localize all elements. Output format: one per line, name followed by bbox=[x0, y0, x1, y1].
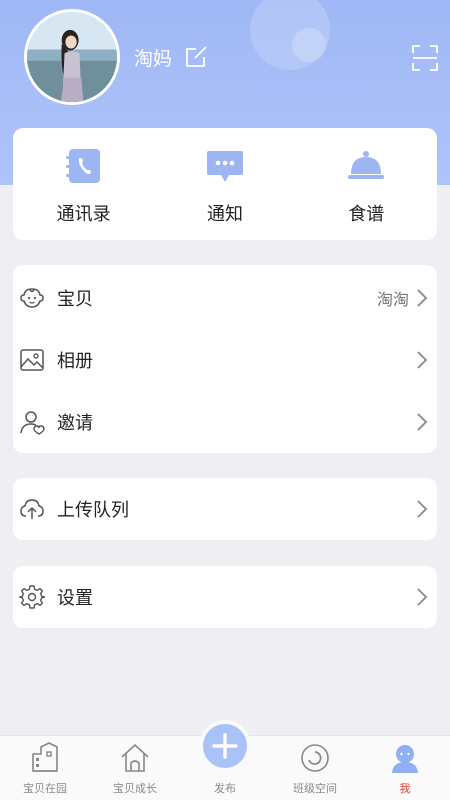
quick-item-label: 食谱 bbox=[348, 204, 385, 225]
tab-publish[interactable]: 发布 bbox=[180, 724, 270, 800]
menu-item-invite[interactable]: 邀请 bbox=[13, 391, 437, 453]
tab-label: 发布 bbox=[214, 782, 236, 795]
username: 淘妈 bbox=[134, 48, 173, 70]
food-cloche-icon bbox=[348, 151, 385, 179]
contacts-book-icon bbox=[65, 149, 100, 183]
menu-item-baby[interactable]: 宝贝 淘淘 bbox=[13, 267, 437, 329]
gear-icon bbox=[18, 583, 46, 611]
chevron-right-icon bbox=[417, 500, 428, 518]
quick-item-label: 通讯录 bbox=[56, 204, 111, 225]
edit-icon[interactable] bbox=[184, 43, 210, 69]
menu-item-settings[interactable]: 设置 bbox=[13, 566, 437, 628]
invite-user-icon bbox=[18, 408, 46, 436]
menu-group-profile: 宝贝 淘淘 相册 邀请 bbox=[13, 265, 437, 453]
tab-baby-growth[interactable]: 宝贝成长 bbox=[90, 736, 180, 800]
quick-item-label: 通知 bbox=[206, 204, 243, 225]
tab-label: 我 bbox=[399, 782, 411, 795]
tab-me[interactable]: 我 bbox=[360, 736, 450, 800]
profile-icon bbox=[392, 745, 418, 773]
chevron-right-icon bbox=[417, 289, 428, 307]
chevron-right-icon bbox=[417, 588, 428, 606]
chevron-right-icon bbox=[417, 413, 428, 431]
baby-name-value: 淘淘 bbox=[376, 290, 409, 309]
scan-icon[interactable] bbox=[411, 44, 439, 72]
home-icon bbox=[121, 744, 149, 772]
tab-label: 宝贝在园 bbox=[23, 782, 67, 795]
baby-face-icon bbox=[18, 284, 46, 312]
menu-item-upload-queue[interactable]: 上传队列 bbox=[13, 478, 437, 540]
plus-icon bbox=[212, 733, 238, 759]
menu-group-upload: 上传队列 bbox=[13, 478, 437, 540]
menu-item-album[interactable]: 相册 bbox=[13, 329, 437, 391]
tab-class-space[interactable]: 班级空间 bbox=[270, 736, 360, 800]
menu-item-label: 宝贝 bbox=[57, 289, 93, 310]
menu-item-label: 邀请 bbox=[57, 413, 93, 434]
quick-actions-card: 通讯录 通知 食谱 bbox=[13, 128, 437, 240]
tab-baby-at-school[interactable]: 宝贝在园 bbox=[0, 736, 90, 800]
cloud-upload-icon bbox=[18, 495, 46, 523]
bottom-tab-bar: 宝贝在园 宝贝成长 发布 班级空间 我 bbox=[0, 724, 450, 800]
menu-item-label: 上传队列 bbox=[57, 500, 129, 521]
school-building-icon bbox=[32, 742, 58, 772]
menu-item-label: 相册 bbox=[57, 351, 93, 372]
quick-item-recipes[interactable]: 食谱 bbox=[296, 128, 437, 240]
class-circle-icon bbox=[301, 744, 329, 772]
menu-item-label: 设置 bbox=[57, 588, 93, 609]
photo-icon bbox=[18, 346, 46, 374]
tab-label: 宝贝成长 bbox=[113, 782, 157, 795]
avatar[interactable] bbox=[24, 9, 120, 105]
quick-item-notifications[interactable]: 通知 bbox=[154, 128, 295, 240]
chat-bubble-icon bbox=[206, 151, 243, 182]
publish-button[interactable] bbox=[203, 724, 247, 768]
tab-label: 班级空间 bbox=[293, 782, 337, 795]
decor-bubble bbox=[292, 28, 326, 62]
chevron-right-icon bbox=[417, 351, 428, 369]
menu-group-settings: 设置 bbox=[13, 566, 437, 628]
quick-item-contacts[interactable]: 通讯录 bbox=[13, 128, 154, 240]
